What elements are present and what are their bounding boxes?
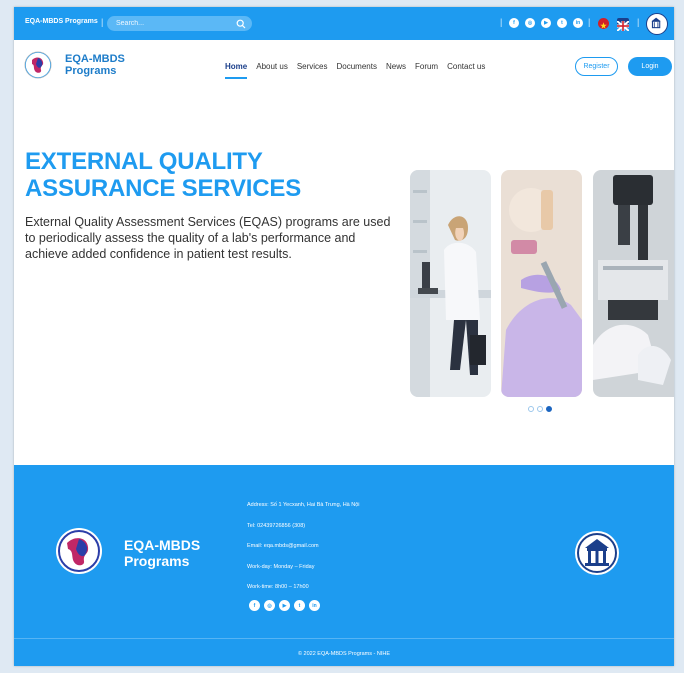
header-brand[interactable]: EQA-MBDS Programs: [65, 53, 155, 77]
copyright-text: © 2022 EQA-MBDS Programs - NIHE: [297, 651, 391, 657]
topbar-socials: f ◎ ▶ t in: [509, 18, 583, 28]
eqa-mbds-logo-icon[interactable]: [24, 51, 52, 79]
footer-socials: f ◎ ▶ t in: [249, 600, 320, 611]
uk-flag-icon[interactable]: [616, 18, 630, 32]
instagram-icon[interactable]: ◎: [525, 18, 535, 28]
nav-contact-us[interactable]: Contact us: [447, 62, 485, 71]
carousel-dot-3[interactable]: [546, 406, 552, 412]
site-footer: EQA-MBDS Programs Address: Số 1 Yecxanh,…: [14, 465, 674, 666]
search-box[interactable]: [107, 16, 252, 31]
top-bar: EQA-MBDS Programs | | f ◎ ▶ t in | |: [14, 7, 674, 40]
footer-contact-info: Address: Số 1 Yecxanh, Hai Bà Trưng, Hà …: [247, 495, 360, 598]
nav-home[interactable]: Home: [225, 62, 248, 79]
register-button[interactable]: Register: [575, 57, 618, 76]
eqa-mbds-footer-logo-icon: [56, 528, 102, 574]
nav-forum[interactable]: Forum: [415, 62, 438, 71]
footer-email[interactable]: Email: eqa.mbds@gmail.com: [247, 536, 360, 557]
carousel-dot-1[interactable]: [528, 406, 534, 412]
search-icon[interactable]: [236, 19, 246, 29]
vietnam-flag-icon[interactable]: [598, 18, 609, 29]
footer-divider: [14, 638, 674, 639]
browser-page: EQA-MBDS Programs | | f ◎ ▶ t in | |: [14, 7, 674, 666]
nav-news[interactable]: News: [386, 62, 406, 71]
footer-worktime: Work-time: 8h00 – 17h00: [247, 584, 309, 590]
carousel-dots: [528, 406, 552, 412]
footer-workday: Work-day: Monday – Friday: [247, 563, 315, 570]
instagram-icon[interactable]: ◎: [264, 600, 275, 611]
footer-address: Address: Số 1 Yecxanh, Hai Bà Trưng, Hà …: [247, 502, 360, 508]
nav-services[interactable]: Services: [297, 62, 328, 71]
nav-documents[interactable]: Documents: [337, 62, 377, 71]
nihe-logo-icon[interactable]: [646, 13, 668, 35]
facebook-icon[interactable]: f: [509, 18, 519, 28]
search-input[interactable]: [107, 16, 236, 31]
nihe-footer-logo-icon: [575, 531, 619, 575]
twitter-icon[interactable]: t: [294, 600, 305, 611]
facebook-icon[interactable]: f: [249, 600, 260, 611]
youtube-icon[interactable]: ▶: [541, 18, 551, 28]
footer-tel[interactable]: Tel: 02439726856 (308): [247, 516, 360, 537]
site-header: EQA-MBDS Programs Home About us Services…: [14, 40, 674, 97]
youtube-icon[interactable]: ▶: [279, 600, 290, 611]
nav-about-us[interactable]: About us: [256, 62, 288, 71]
carousel-slide-lab-samples[interactable]: [501, 170, 582, 397]
carousel-dot-2[interactable]: [537, 406, 543, 412]
topbar-brand[interactable]: EQA-MBDS Programs: [25, 18, 98, 25]
twitter-icon[interactable]: t: [557, 18, 567, 28]
carousel-slide-scientist-microscope[interactable]: [410, 170, 491, 397]
hero-description: External Quality Assessment Services (EQ…: [25, 215, 391, 261]
login-button[interactable]: Login: [628, 57, 672, 76]
main-nav: Home About us Services Documents News Fo…: [225, 62, 485, 79]
carousel-slide-microscope-closeup[interactable]: [593, 170, 674, 397]
footer-brand: EQA-MBDS Programs: [124, 537, 201, 569]
linkedin-icon[interactable]: in: [309, 600, 320, 611]
hero-title: EXTERNAL QUALITY ASSURANCE SERVICES: [25, 148, 302, 202]
linkedin-icon[interactable]: in: [573, 18, 583, 28]
